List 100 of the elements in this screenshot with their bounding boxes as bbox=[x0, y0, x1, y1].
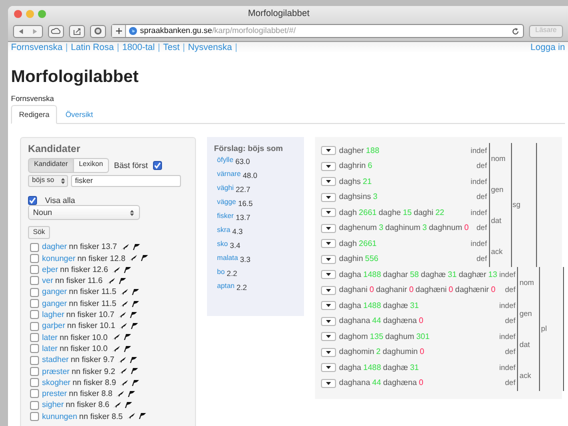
nav-link[interactable]: Nysvenska bbox=[188, 42, 232, 53]
nav-link[interactable]: Fornsvenska bbox=[11, 42, 63, 53]
dropdown-button[interactable] bbox=[321, 254, 336, 264]
candidate-link[interactable]: dagher bbox=[42, 242, 67, 252]
dropdown-button[interactable] bbox=[321, 239, 336, 248]
candidate-link[interactable]: prester bbox=[42, 389, 67, 399]
form-word: daghæni bbox=[416, 285, 447, 295]
address-bar[interactable]: spraakbanken.gu.se/karp/morfologilabbet/#/ bbox=[111, 24, 524, 38]
close-button[interactable] bbox=[14, 10, 22, 18]
caret-icon bbox=[326, 288, 331, 292]
reader-toggle-button[interactable] bbox=[90, 24, 106, 38]
dropdown-button[interactable] bbox=[321, 301, 336, 310]
form-word: daghum bbox=[385, 332, 414, 342]
dropdown-button[interactable] bbox=[321, 378, 336, 388]
form-word: daghæna bbox=[383, 378, 417, 388]
nav-separator: | bbox=[116, 42, 120, 53]
url-text: spraakbanken.gu.se/karp/morfologilabbet/#/ bbox=[140, 26, 296, 36]
form-count: 3 bbox=[373, 192, 378, 202]
checkbox[interactable] bbox=[30, 288, 39, 297]
form-word: daghom bbox=[339, 332, 368, 342]
checkbox[interactable] bbox=[30, 265, 39, 274]
candidate-link[interactable]: lagher bbox=[42, 310, 64, 320]
dropdown-button[interactable] bbox=[321, 286, 336, 295]
checkbox[interactable] bbox=[28, 196, 37, 206]
form-count: 31 bbox=[410, 300, 419, 310]
candidate-info: nn fisker 12.6 bbox=[60, 264, 108, 274]
dropdown-button[interactable] bbox=[321, 316, 336, 326]
form-word: daghomin bbox=[339, 347, 374, 357]
dropdown-button[interactable] bbox=[321, 192, 336, 202]
add-button[interactable] bbox=[112, 25, 126, 37]
candidate-link[interactable]: later bbox=[42, 344, 58, 354]
share-button[interactable] bbox=[69, 24, 85, 38]
stepper-icon bbox=[130, 210, 134, 216]
caret-icon bbox=[326, 196, 331, 199]
candidate-link[interactable]: ganger bbox=[42, 298, 67, 308]
candidate-link[interactable]: ganger bbox=[42, 287, 67, 298]
form-count: 0 bbox=[448, 285, 454, 295]
nav-separator: | bbox=[182, 42, 185, 53]
nav-link[interactable]: Latin Rosa bbox=[70, 42, 114, 53]
window-title: Morfologilabbet bbox=[248, 8, 310, 19]
dropdown-button[interactable] bbox=[321, 270, 336, 280]
candidate-link[interactable]: sigher bbox=[42, 400, 64, 410]
candidate-link[interactable]: eþer bbox=[42, 264, 58, 274]
form-count: 13 bbox=[488, 270, 498, 280]
checkbox[interactable] bbox=[30, 412, 39, 421]
nav-link[interactable]: 1800-tal bbox=[122, 42, 155, 53]
checkbox[interactable] bbox=[30, 389, 39, 398]
checkbox[interactable] bbox=[30, 332, 39, 342]
checkbox[interactable] bbox=[30, 400, 39, 410]
checkbox[interactable] bbox=[30, 378, 39, 388]
checkbox[interactable] bbox=[30, 356, 39, 364]
reload-icon bbox=[512, 28, 519, 34]
dropdown-button[interactable] bbox=[321, 162, 336, 171]
nav-separator: | bbox=[66, 42, 68, 53]
cloud-button[interactable] bbox=[48, 24, 64, 38]
pos-select[interactable]: Noun bbox=[28, 205, 140, 220]
form-count: 3 bbox=[378, 223, 384, 233]
form-word: daghsins bbox=[339, 192, 372, 202]
checkbox[interactable] bbox=[30, 299, 39, 308]
dropdown-button[interactable] bbox=[321, 363, 336, 372]
form-count: 2 bbox=[376, 347, 381, 357]
dropdown-button[interactable] bbox=[321, 348, 336, 357]
back-forward-button[interactable] bbox=[13, 24, 43, 38]
form-count: 0 bbox=[409, 285, 414, 295]
candidate-link[interactable]: later bbox=[42, 332, 58, 342]
dropdown-button[interactable] bbox=[321, 146, 336, 156]
candidate-link[interactable]: stadher bbox=[42, 355, 69, 365]
nav-link[interactable]: Test bbox=[163, 42, 180, 53]
share-icon bbox=[73, 28, 81, 34]
candidate-link[interactable]: ver bbox=[42, 276, 54, 286]
checkbox[interactable] bbox=[30, 322, 39, 331]
checkbox[interactable] bbox=[30, 276, 39, 286]
cloud-icon bbox=[51, 28, 61, 34]
candidate-link[interactable]: kunungen bbox=[42, 412, 78, 422]
dropdown-button[interactable] bbox=[321, 208, 336, 218]
checkbox[interactable] bbox=[30, 366, 39, 376]
checkbox[interactable] bbox=[30, 254, 39, 263]
candidate-link[interactable]: præster bbox=[42, 366, 70, 376]
dropdown-button[interactable] bbox=[321, 224, 336, 233]
candidate-info: nn fisker 9.7 bbox=[70, 355, 114, 365]
form-word: daghenum bbox=[339, 223, 377, 233]
form-count: 301 bbox=[416, 332, 430, 342]
candidate-link[interactable]: skogher bbox=[42, 378, 70, 388]
form-count: 1488 bbox=[363, 270, 382, 280]
form-word: daghrin bbox=[339, 161, 366, 171]
dropdown-button[interactable] bbox=[321, 332, 336, 342]
candidate-link[interactable]: konunger bbox=[42, 254, 76, 264]
checkbox[interactable] bbox=[30, 310, 39, 320]
checkbox[interactable] bbox=[30, 242, 39, 252]
form-word: daghana bbox=[339, 378, 370, 388]
form-word: daghi bbox=[414, 208, 434, 218]
dropdown-button[interactable] bbox=[321, 177, 336, 186]
checkbox[interactable] bbox=[30, 344, 39, 354]
form-count: 3 bbox=[422, 223, 427, 233]
candidate-info: nn fisker 8.9 bbox=[72, 378, 116, 388]
checkbox[interactable] bbox=[152, 160, 162, 170]
candidate-info: nn fisker 11.6 bbox=[55, 276, 103, 286]
candidate-link[interactable]: garþer bbox=[42, 321, 66, 331]
login-link[interactable]: Logga in bbox=[530, 42, 565, 53]
form-word: daghumin bbox=[382, 347, 418, 357]
